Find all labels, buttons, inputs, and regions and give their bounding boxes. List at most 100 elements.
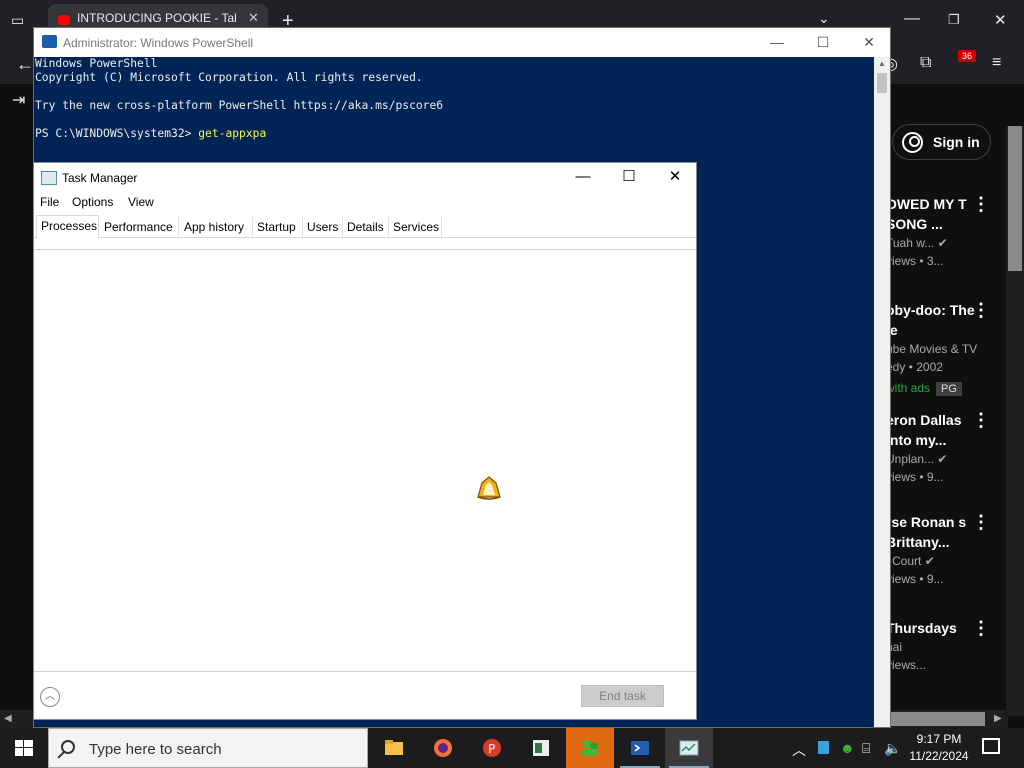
column-header-divider — [34, 249, 696, 250]
tm-maximize-button[interactable]: ☐ — [606, 163, 652, 193]
tab-users[interactable]: Users — [303, 217, 343, 239]
more-options-icon[interactable]: ⋮ — [972, 194, 990, 215]
video-channel: nai — [886, 640, 903, 654]
tab-search-icon[interactable]: ▭ — [11, 12, 24, 29]
tab-close-icon[interactable]: ✕ — [248, 10, 259, 26]
task-manager-icon — [41, 171, 57, 185]
extension-badge: 36 — [958, 50, 976, 62]
tab-details[interactable]: Details — [343, 217, 389, 239]
file-explorer-taskbar-button[interactable] — [370, 728, 418, 768]
folder-icon — [385, 740, 403, 755]
more-options-icon[interactable]: ⋮ — [972, 410, 990, 431]
more-options-icon[interactable]: ⋮ — [972, 300, 990, 321]
taskbar-clock[interactable]: 9:17 PM 11/22/2024 — [906, 731, 972, 765]
video-card[interactable]: oby-doo: The ie ube Movies & TV edy • 20… — [886, 300, 990, 396]
video-card[interactable]: Thursdays nai views... ⋮ — [886, 618, 990, 674]
scrollbar-thumb[interactable] — [890, 712, 985, 726]
browser-restore-button[interactable]: ❐ — [948, 12, 960, 28]
scrollbar-thumb[interactable] — [877, 73, 887, 93]
firefox-taskbar-button[interactable] — [419, 728, 467, 768]
verified-icon: ✔ — [937, 452, 948, 466]
tab-app-history[interactable]: App history — [180, 217, 253, 239]
tray-people-icon[interactable]: ☻ — [840, 740, 855, 756]
video-channel: l Court — [886, 554, 922, 568]
sign-in-button[interactable]: Sign in — [892, 124, 991, 160]
document-app-taskbar-button[interactable] — [517, 728, 565, 768]
windows-start-icon[interactable] — [0, 728, 48, 768]
youtube-icon — [58, 15, 70, 25]
video-title: oby-doo: The ie — [886, 302, 975, 338]
wps-taskbar-button[interactable]: P — [468, 728, 516, 768]
tm-minimize-button[interactable]: — — [560, 163, 606, 193]
powershell-titlebar[interactable]: Administrator: Windows PowerShell — ☐ ✕ — [34, 28, 890, 57]
volume-icon[interactable]: 🔈 — [884, 740, 901, 757]
task-manager-icon — [679, 740, 699, 756]
tab-startup[interactable]: Startup — [253, 217, 303, 239]
tab-services[interactable]: Services — [389, 217, 442, 239]
scroll-up-arrow-icon[interactable]: ▲ — [878, 59, 886, 68]
console-line: Copyright (C) Microsoft Corporation. All… — [35, 71, 423, 84]
tm-title: Task Manager — [62, 171, 138, 185]
more-options-icon[interactable]: ⋮ — [972, 618, 990, 639]
powershell-title: Administrator: Windows PowerShell — [63, 36, 254, 50]
tab-processes[interactable]: Processes — [36, 215, 99, 239]
browser-menu-icon[interactable]: ≡ — [992, 54, 1001, 72]
video-card[interactable]: OWED MY T SONG ... Tuah w... ✔ views • 3… — [886, 194, 990, 270]
ps-close-button[interactable]: ✕ — [846, 28, 892, 57]
tm-footer: ︿ End task — [34, 671, 696, 719]
tm-titlebar[interactable]: Task Manager — ☐ ✕ — [34, 163, 696, 193]
taskbar-search-box[interactable]: Type here to search — [48, 728, 368, 768]
tab-performance[interactable]: Performance — [100, 217, 179, 239]
people-icon — [582, 740, 598, 756]
tm-close-button[interactable]: ✕ — [652, 163, 698, 193]
search-icon — [61, 740, 75, 754]
browser-minimize-button[interactable]: — — [904, 10, 920, 28]
clock-time: 9:17 PM — [916, 732, 962, 746]
tm-tab-strip: Processes Performance App history Startu… — [34, 215, 696, 239]
video-title: Thursdays — [886, 620, 957, 636]
video-meta: views • 9... — [886, 572, 944, 586]
video-card[interactable]: rse Ronan s Brittany... l Court ✔ views … — [886, 512, 990, 588]
back-arrow-icon[interactable]: ← — [16, 54, 34, 75]
with-ads-badge: with ads — [886, 381, 931, 395]
video-channel: Tuah w... — [886, 236, 935, 250]
fewer-details-chevron-icon[interactable]: ︿ — [40, 687, 60, 707]
task-manager-taskbar-button[interactable] — [665, 728, 713, 768]
console-scrollbar[interactable]: ▲ — [874, 57, 890, 727]
end-task-button[interactable]: End task — [581, 685, 664, 707]
taskbar: Type here to search P ︿ ☻ ⌸ 🔈 9:17 PM 11… — [0, 728, 1024, 768]
puzzle-extensions-icon[interactable]: ⧉ — [920, 54, 931, 72]
network-icon[interactable]: ⌸ — [862, 740, 870, 757]
video-meta: views • 9... — [886, 470, 944, 484]
sign-in-label: Sign in — [933, 134, 980, 150]
tab-list-chevron-icon[interactable]: ⌄ — [818, 10, 830, 27]
console-prompt: PS C:\WINDOWS\system32> — [35, 127, 199, 140]
console-line: Windows PowerShell — [35, 57, 158, 70]
search-placeholder: Type here to search — [89, 741, 222, 758]
account-icon — [902, 132, 923, 153]
busy-cursor-icon — [477, 476, 501, 500]
menu-file[interactable]: File — [40, 195, 59, 209]
clock-date: 11/22/2024 — [909, 749, 969, 763]
ps-minimize-button[interactable]: — — [754, 28, 800, 57]
sign-in-side-icon[interactable]: ⇥ — [12, 90, 25, 110]
scroll-left-arrow-icon[interactable]: ◀ — [4, 713, 12, 724]
document-icon — [533, 740, 549, 756]
menu-view[interactable]: View — [128, 195, 154, 209]
scroll-right-arrow-icon[interactable]: ▶ — [994, 713, 1002, 724]
tray-app-icon[interactable] — [818, 741, 829, 754]
video-card[interactable]: eron Dallas into my... Unplan... ✔ views… — [886, 410, 990, 486]
video-title: OWED MY T SONG ... — [886, 196, 967, 232]
page-vertical-scrollbar[interactable] — [1006, 126, 1024, 716]
scrollbar-thumb[interactable] — [1008, 126, 1022, 271]
more-options-icon[interactable]: ⋮ — [972, 512, 990, 533]
menu-options[interactable]: Options — [72, 195, 113, 209]
browser-close-button[interactable]: ✕ — [994, 11, 1007, 29]
notification-center-icon[interactable] — [982, 738, 1000, 754]
show-hidden-icons-chevron[interactable]: ︿ — [792, 740, 806, 760]
ps-maximize-button[interactable]: ☐ — [800, 28, 846, 57]
powershell-taskbar-button[interactable] — [616, 728, 664, 768]
console-line: Try the new cross-platform PowerShell ht… — [35, 99, 444, 112]
active-app-taskbar-button[interactable] — [566, 728, 614, 768]
task-manager-window[interactable]: Task Manager — ☐ ✕ File Options View Pro… — [33, 162, 697, 720]
